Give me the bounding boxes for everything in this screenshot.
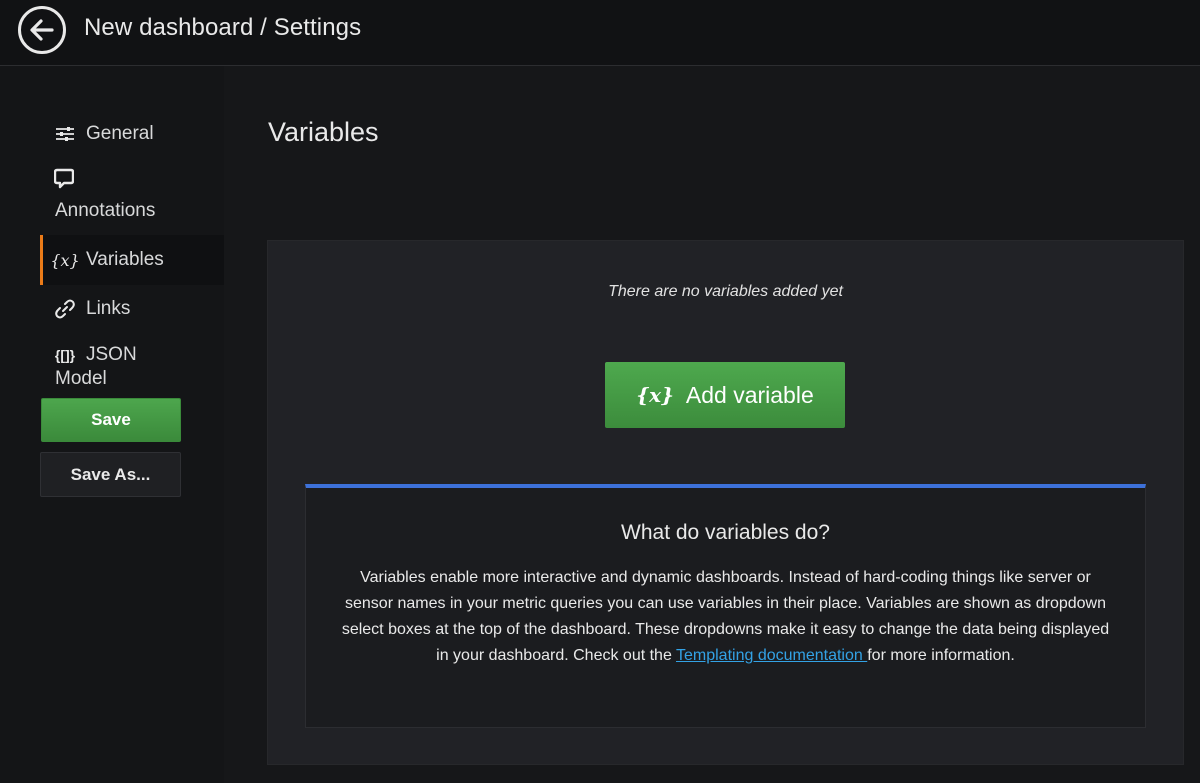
sidebar-item-links[interactable]: Links: [40, 294, 224, 324]
templating-documentation-link[interactable]: Templating documentation: [676, 647, 867, 664]
sidebar-item-label: Variables: [86, 249, 164, 270]
back-button[interactable]: [18, 6, 66, 54]
info-body-text-end: for more information.: [867, 647, 1015, 664]
add-variable-button[interactable]: {x} Add variable: [605, 362, 845, 428]
info-title: What do variables do?: [621, 521, 830, 544]
comment-icon: [53, 168, 76, 194]
arrow-left-icon: [30, 19, 54, 41]
page-breadcrumb-title: New dashboard / Settings: [84, 14, 362, 41]
save-as-button[interactable]: Save As...: [40, 452, 181, 497]
sidebar-item-general[interactable]: General: [40, 120, 224, 148]
top-bar: New dashboard / Settings: [0, 0, 1200, 66]
sidebar-item-label: JSON: [86, 344, 137, 365]
sidebar-item-label-line2: Model: [55, 368, 107, 389]
sidebar-item-label: Links: [86, 298, 131, 319]
empty-state-message: There are no variables added yet: [608, 283, 843, 300]
sliders-icon: [54, 126, 76, 142]
json-icon: {[]}: [54, 347, 76, 363]
sidebar-item-annotations[interactable]: Annotations: [40, 168, 224, 230]
info-body: Variables enable more interactive and dy…: [336, 565, 1115, 669]
save-button[interactable]: Save: [41, 398, 181, 442]
sidebar-item-json-model[interactable]: {[]} JSON Model: [40, 344, 224, 400]
link-icon: [54, 298, 76, 320]
sidebar-item-label: Annotations: [55, 200, 156, 221]
sidebar-item-label: General: [86, 123, 154, 144]
variable-icon: {x}: [50, 250, 80, 270]
page-title: Variables: [268, 117, 379, 147]
variable-icon: {x}: [636, 383, 674, 407]
add-variable-label: Add variable: [685, 381, 814, 408]
sidebar-item-variables[interactable]: {x} Variables: [40, 235, 224, 285]
